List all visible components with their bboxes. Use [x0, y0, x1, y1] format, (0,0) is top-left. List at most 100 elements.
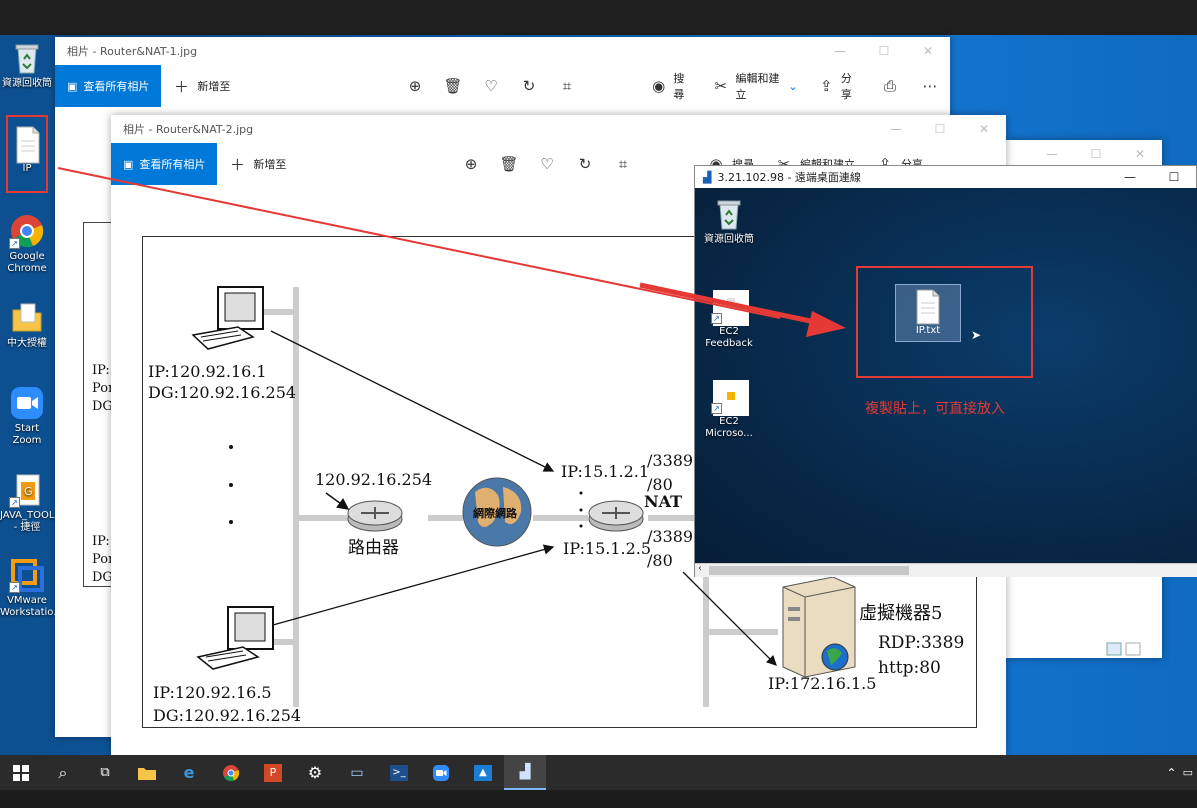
- heart-icon[interactable]: ♡: [481, 77, 501, 95]
- window-controls: — ☐ ✕: [1046, 147, 1146, 161]
- window-title: 相片 - Router&NAT-1.jpg: [67, 45, 198, 58]
- crop-icon[interactable]: ⌗: [613, 155, 633, 173]
- search-button[interactable]: ◉ 搜尋: [640, 70, 702, 102]
- network-icon[interactable]: ▭: [1183, 766, 1193, 779]
- rotate-icon[interactable]: ↻: [519, 77, 539, 95]
- zoom-in-icon[interactable]: ⊕: [405, 77, 425, 95]
- remote-icon-ec2-microsoft[interactable]: ↗ EC2 Microso...: [698, 378, 760, 440]
- server-ip-label: IP:172.16.1.5: [768, 674, 877, 693]
- java-tool-icon: G ↗: [9, 472, 45, 508]
- desktop-icon-ip-file[interactable]: IP: [0, 125, 54, 175]
- start-button[interactable]: [0, 755, 42, 790]
- chrome-taskbar[interactable]: [210, 755, 252, 790]
- add-to-button[interactable]: ＋ 新增至: [217, 154, 296, 175]
- remote-desktop-manager-taskbar[interactable]: ▭: [336, 755, 378, 790]
- file-explorer-taskbar[interactable]: [126, 755, 168, 790]
- heart-icon[interactable]: ♡: [537, 155, 557, 173]
- edit-create-button[interactable]: ✂ 編輯和建立 ⌄: [702, 70, 807, 102]
- task-view-button[interactable]: ⧉: [84, 755, 126, 790]
- remote-icon-recycle-bin[interactable]: 資源回收筒: [698, 196, 760, 246]
- delete-icon[interactable]: 🗑: [443, 77, 463, 95]
- maximize-button[interactable]: ☐: [1152, 166, 1196, 188]
- desktop-icon-label: 資源回收筒: [2, 78, 52, 89]
- text-file-icon: [913, 289, 943, 325]
- shortcut-arrow-icon: ↗: [711, 313, 722, 324]
- shortcut-arrow-icon: ↗: [9, 497, 20, 508]
- photo-icon: ▣: [123, 157, 134, 171]
- print-button[interactable]: ⎙: [870, 77, 910, 95]
- minimize-button[interactable]: —: [1108, 166, 1152, 188]
- arrow-to-router: [325, 492, 350, 510]
- rdp-app-icon: ▟: [703, 170, 712, 184]
- rdp-port-label: RDP:3389: [878, 633, 965, 653]
- settings-taskbar[interactable]: ⚙: [294, 755, 336, 790]
- close-button[interactable]: ✕: [962, 115, 1006, 143]
- background-image-fragment: IP: Por DG IP: Por DG: [83, 222, 114, 587]
- desktop-icon-recycle-bin[interactable]: 資源回收筒: [0, 40, 54, 90]
- shortcut-arrow-icon: ↗: [9, 582, 20, 593]
- router-label: 路由器: [348, 538, 399, 558]
- edit-icon: ✂: [714, 77, 728, 95]
- powerpoint-icon: P: [264, 763, 282, 782]
- powershell-taskbar[interactable]: >_: [378, 755, 420, 790]
- horizontal-scrollbar[interactable]: ‹: [695, 563, 1197, 577]
- zoom-taskbar[interactable]: [420, 755, 462, 790]
- chrome-icon: [223, 764, 240, 781]
- zoom-in-icon[interactable]: ⊕: [461, 155, 481, 173]
- chrome-icon: ↗: [9, 213, 45, 249]
- desktop-icon-zoom[interactable]: Start Zoom: [0, 385, 54, 447]
- scrollbar-thumb[interactable]: [709, 566, 909, 575]
- chevron-up-icon[interactable]: ⌃: [1167, 766, 1177, 780]
- rotate-icon[interactable]: ↻: [575, 155, 595, 173]
- share-button[interactable]: ⇪ 分享: [808, 70, 870, 102]
- delete-icon[interactable]: 🗑: [499, 155, 519, 173]
- close-button[interactable]: ✕: [906, 37, 950, 65]
- port-3389-label: /3389: [647, 451, 694, 470]
- desktop-icon-folder[interactable]: 中大授權: [0, 300, 54, 350]
- vmware-icon: ↗: [9, 557, 45, 593]
- desktop-icon-label: VMware Workstatio...: [0, 595, 63, 618]
- scroll-left-icon[interactable]: ‹: [698, 563, 702, 574]
- view-all-photos-button[interactable]: ▣ 查看所有相片: [55, 65, 162, 107]
- edge-icon: e: [183, 763, 195, 782]
- desktop-icon-java-tool[interactable]: G ↗ JAVA_TOOL - 捷徑: [0, 472, 54, 534]
- desktop-icon-vmware[interactable]: ↗ VMware Workstatio...: [0, 557, 63, 619]
- router-ip-label: 120.92.16.254: [315, 470, 433, 489]
- crop-icon[interactable]: ⌗: [557, 77, 577, 95]
- fragment-text: IP:: [92, 534, 110, 549]
- task-view-icon: ⧉: [100, 765, 110, 780]
- maximize-button[interactable]: ☐: [918, 115, 962, 143]
- view-toggle-icon[interactable]: [1106, 641, 1142, 656]
- search-label: 搜尋: [673, 72, 685, 101]
- remote-icon-ec2-feedback[interactable]: ↗ EC2 Feedback: [698, 288, 760, 350]
- edge-taskbar[interactable]: e: [168, 755, 210, 790]
- search-taskbar-button[interactable]: ⌕: [42, 755, 84, 790]
- photos-taskbar[interactable]: ▲: [462, 755, 504, 790]
- rdp-taskbar-active[interactable]: ▟: [504, 755, 546, 790]
- fragment-text: DG: [92, 570, 113, 585]
- maximize-button[interactable]: ☐: [862, 37, 906, 65]
- desktop-icon-chrome[interactable]: ↗ Google Chrome: [0, 213, 54, 275]
- remote-desktop-window[interactable]: ▟ 3.21.102.98 - 遠端桌面連線 — ☐ 資源回收筒 ↗ EC2 F…: [694, 165, 1197, 577]
- file-label: IP.txt: [915, 325, 941, 336]
- remote-icon-label: 資源回收筒: [704, 234, 754, 245]
- text-file-icon: [9, 125, 45, 164]
- add-to-label: 新增至: [197, 80, 231, 93]
- more-button[interactable]: ⋯: [910, 77, 950, 95]
- minimize-button[interactable]: —: [874, 115, 918, 143]
- add-to-button[interactable]: ＋ 新增至: [161, 76, 240, 97]
- photo-icon: ▣: [67, 79, 78, 93]
- ip-txt-file[interactable]: IP.txt: [895, 284, 961, 342]
- powerpoint-taskbar[interactable]: P: [252, 755, 294, 790]
- window-title: 相片 - Router&NAT-2.jpg: [123, 123, 254, 136]
- recycle-bin-icon: [711, 196, 747, 232]
- view-all-photos-button[interactable]: ▣ 查看所有相片: [111, 143, 218, 185]
- port-80-label: /80: [647, 551, 673, 570]
- remote-icon-label: EC2 Feedback: [705, 326, 753, 349]
- taskbar: ⌕ ⧉ e P ⚙ ▭ >_ ▲ ▟ ⌃ ▭: [0, 755, 1197, 790]
- window-controls: — ☐: [1108, 166, 1196, 188]
- minimize-button[interactable]: —: [818, 37, 862, 65]
- chevron-down-icon: ⌄: [788, 79, 798, 93]
- nat-ip2-label: IP:15.1.2.5: [563, 539, 652, 558]
- plus-icon: ＋: [229, 155, 245, 174]
